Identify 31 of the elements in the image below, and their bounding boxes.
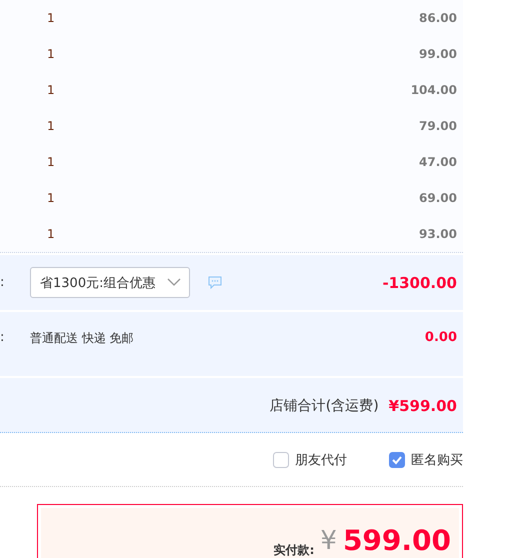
shop-total-amount: ¥599.00 bbox=[388, 397, 457, 415]
label-colon: : bbox=[0, 275, 6, 290]
discount-select[interactable]: 省1300元:组合优惠 bbox=[30, 267, 190, 298]
price-text: 79.00 bbox=[419, 119, 457, 133]
option-label: 朋友代付 bbox=[295, 452, 347, 468]
price-text: 99.00 bbox=[419, 47, 457, 61]
quantity-text: 1 bbox=[47, 47, 55, 61]
label-colon: : bbox=[0, 330, 6, 345]
checkbox[interactable] bbox=[273, 452, 289, 468]
comment-icon[interactable] bbox=[208, 276, 222, 289]
currency-symbol: ¥ bbox=[320, 526, 337, 556]
price-text: 86.00 bbox=[419, 11, 457, 25]
price-text: 104.00 bbox=[410, 83, 457, 97]
quantity-text: 1 bbox=[47, 155, 55, 169]
quantity-text: 1 bbox=[47, 191, 55, 205]
option-label: 匿名购买 bbox=[411, 452, 463, 468]
quantity-text: 1 bbox=[47, 119, 55, 133]
price-text: 69.00 bbox=[419, 191, 457, 205]
payment-amount: 599.00 bbox=[342, 524, 451, 558]
price-text: 93.00 bbox=[419, 227, 457, 241]
quantity-text: 1 bbox=[47, 83, 55, 97]
shop-total-label: 店铺合计(含运费) bbox=[270, 397, 379, 415]
discount-amount: -1300.00 bbox=[382, 274, 457, 292]
chevron-down-icon bbox=[167, 278, 181, 287]
price-text: 47.00 bbox=[419, 155, 457, 169]
quantity-text: 1 bbox=[47, 227, 55, 241]
shipping-amount: 0.00 bbox=[424, 330, 457, 345]
checkbox[interactable] bbox=[389, 452, 405, 468]
shipping-method: 普通配送 快递 免邮 bbox=[30, 330, 134, 347]
payment-label: 实付款: bbox=[274, 542, 314, 558]
quantity-text: 1 bbox=[47, 11, 55, 25]
